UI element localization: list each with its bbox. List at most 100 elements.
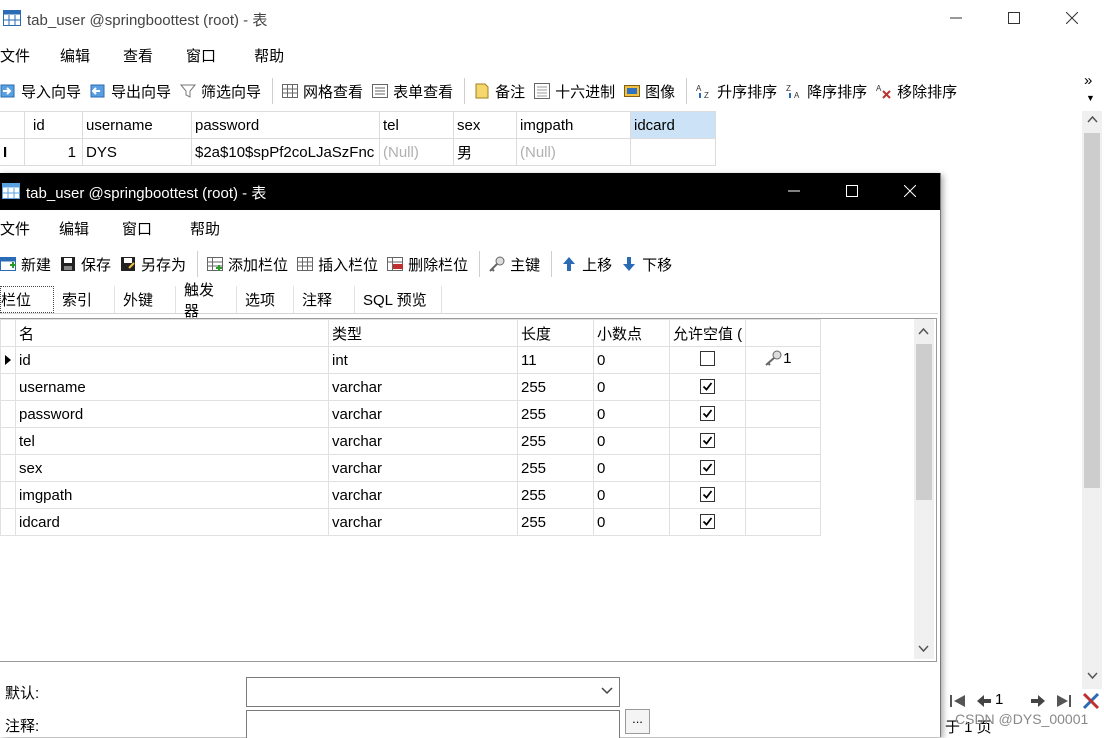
grid-cell-tel[interactable]: (Null) <box>379 138 454 166</box>
field-length[interactable]: 11 <box>517 346 594 374</box>
minimize-button[interactable] <box>765 173 823 209</box>
field-type[interactable]: varchar <box>328 481 518 509</box>
field-decimals[interactable]: 0 <box>593 454 670 482</box>
col-header-nullable[interactable]: 允许空值 ( <box>668 319 747 347</box>
field-type[interactable]: int <box>328 346 518 374</box>
menu-edit[interactable]: 编辑 <box>60 45 90 66</box>
grid-col-header[interactable]: sex <box>453 111 517 139</box>
last-page-icon[interactable] <box>1055 693 1073 709</box>
field-decimals[interactable]: 0 <box>593 427 670 455</box>
comment-input[interactable] <box>246 710 620 738</box>
field-name[interactable]: password <box>15 400 329 428</box>
scroll-down-icon[interactable] <box>918 645 929 653</box>
field-length[interactable]: 255 <box>517 454 594 482</box>
tab-sql-preview[interactable]: SQL 预览 <box>355 286 442 313</box>
field-length[interactable]: 255 <box>517 427 594 455</box>
grid-cell-username[interactable]: DYS <box>82 138 192 166</box>
sort-descending-button[interactable]: ZA 降序排序 <box>786 81 867 102</box>
remove-sort-button[interactable]: A 移除排序 <box>876 81 957 102</box>
table-row[interactable]: username varchar 255 0 <box>0 373 822 401</box>
sort-ascending-button[interactable]: AZ 升序排序 <box>696 81 777 102</box>
import-wizard-button[interactable]: 导入向导 <box>0 81 81 102</box>
grid-col-header[interactable]: imgpath <box>516 111 631 139</box>
grid-cell-sex[interactable]: 男 <box>453 138 517 166</box>
add-field-button[interactable]: 添加栏位 <box>207 254 288 275</box>
menu-edit[interactable]: 编辑 <box>59 218 89 239</box>
toolbar-dropdown-icon[interactable]: ▼ <box>1086 93 1095 103</box>
menu-file[interactable]: 文件 <box>0 218 30 239</box>
close-button[interactable] <box>881 173 939 209</box>
table-row[interactable]: tel varchar 255 0 <box>0 427 822 455</box>
chevron-down-icon[interactable] <box>601 687 613 695</box>
image-button[interactable]: 图像 <box>624 81 675 102</box>
grid-view-button[interactable]: 网格查看 <box>282 81 363 102</box>
field-name[interactable]: tel <box>15 427 329 455</box>
tab-options[interactable]: 选项 <box>237 286 294 313</box>
grid-col-header[interactable]: id <box>24 111 83 139</box>
nullable-checkbox[interactable] <box>700 405 716 421</box>
field-length[interactable]: 255 <box>517 400 594 428</box>
field-length[interactable]: 255 <box>517 481 594 509</box>
nullable-checkbox[interactable] <box>700 350 716 366</box>
col-header-key[interactable] <box>745 319 822 347</box>
field-type[interactable]: varchar <box>328 373 518 401</box>
field-decimals[interactable]: 0 <box>593 508 670 536</box>
hex-button[interactable]: 十六进制 <box>534 81 615 102</box>
memo-button[interactable]: 备注 <box>474 81 525 102</box>
delete-field-button[interactable]: 删除栏位 <box>387 254 468 275</box>
grid-col-header[interactable]: username <box>82 111 192 139</box>
tab-fields[interactable]: 栏位 <box>0 286 54 313</box>
tab-triggers[interactable]: 触发器 <box>176 282 237 320</box>
menu-help[interactable]: 帮助 <box>190 218 220 239</box>
table-row[interactable]: id int 11 0 1 <box>0 346 822 374</box>
default-value-combobox[interactable] <box>246 677 620 707</box>
toolbar-overflow-button[interactable]: » <box>1084 72 1092 89</box>
close-button[interactable] <box>1043 0 1101 36</box>
field-name[interactable]: id <box>15 346 329 374</box>
nullable-checkbox[interactable] <box>700 459 716 475</box>
first-page-icon[interactable] <box>949 693 967 709</box>
field-decimals[interactable]: 0 <box>593 346 670 374</box>
nullable-checkbox[interactable] <box>700 486 716 502</box>
save-button[interactable]: 保存 <box>60 254 111 275</box>
comment-edit-button[interactable]: ... <box>625 709 650 734</box>
insert-field-button[interactable]: 插入栏位 <box>297 254 378 275</box>
tab-comment[interactable]: 注释 <box>294 286 355 313</box>
tab-indexes[interactable]: 索引 <box>54 286 115 313</box>
next-page-icon[interactable] <box>1029 693 1047 709</box>
grid-cell-id[interactable]: 1 <box>24 138 83 166</box>
grid-col-header[interactable]: tel <box>379 111 454 139</box>
table-row[interactable]: idcard varchar 255 0 <box>0 508 822 536</box>
nullable-checkbox[interactable] <box>700 432 716 448</box>
export-wizard-button[interactable]: 导出向导 <box>90 81 171 102</box>
menu-window[interactable]: 窗口 <box>186 45 216 66</box>
maximize-button[interactable] <box>985 0 1043 36</box>
move-up-button[interactable]: 上移 <box>561 254 612 275</box>
field-type[interactable]: varchar <box>328 400 518 428</box>
form-view-button[interactable]: 表单查看 <box>372 81 453 102</box>
previous-page-icon[interactable] <box>975 693 993 709</box>
col-header-name[interactable]: 名 <box>15 319 329 347</box>
grid-cell-idcard[interactable] <box>630 138 716 166</box>
filter-wizard-button[interactable]: 筛选向导 <box>180 81 261 102</box>
back-vertical-scrollbar[interactable] <box>1082 111 1102 689</box>
field-name[interactable]: imgpath <box>15 481 329 509</box>
menu-help[interactable]: 帮助 <box>254 45 284 66</box>
menu-view[interactable]: 查看 <box>123 45 153 66</box>
col-header-type[interactable]: 类型 <box>328 319 518 347</box>
primary-key-button[interactable]: 主键 <box>489 254 540 275</box>
scroll-down-icon[interactable] <box>1087 672 1098 680</box>
table-row[interactable]: I 1 DYS $2a$10$spPf2coLJaSzFnc (Null) 男 … <box>0 138 716 166</box>
table-row[interactable]: password varchar 255 0 <box>0 400 822 428</box>
scroll-thumb[interactable] <box>916 344 932 500</box>
nullable-checkbox[interactable] <box>700 378 716 394</box>
scroll-up-icon[interactable] <box>1087 115 1098 123</box>
grid-col-header-selected[interactable]: idcard <box>630 111 716 139</box>
field-name[interactable]: sex <box>15 454 329 482</box>
menu-window[interactable]: 窗口 <box>122 218 152 239</box>
field-decimals[interactable]: 0 <box>593 400 670 428</box>
field-type[interactable]: varchar <box>328 508 518 536</box>
table-row[interactable]: imgpath varchar 255 0 <box>0 481 822 509</box>
field-type[interactable]: varchar <box>328 454 518 482</box>
grid-col-header[interactable]: password <box>191 111 380 139</box>
